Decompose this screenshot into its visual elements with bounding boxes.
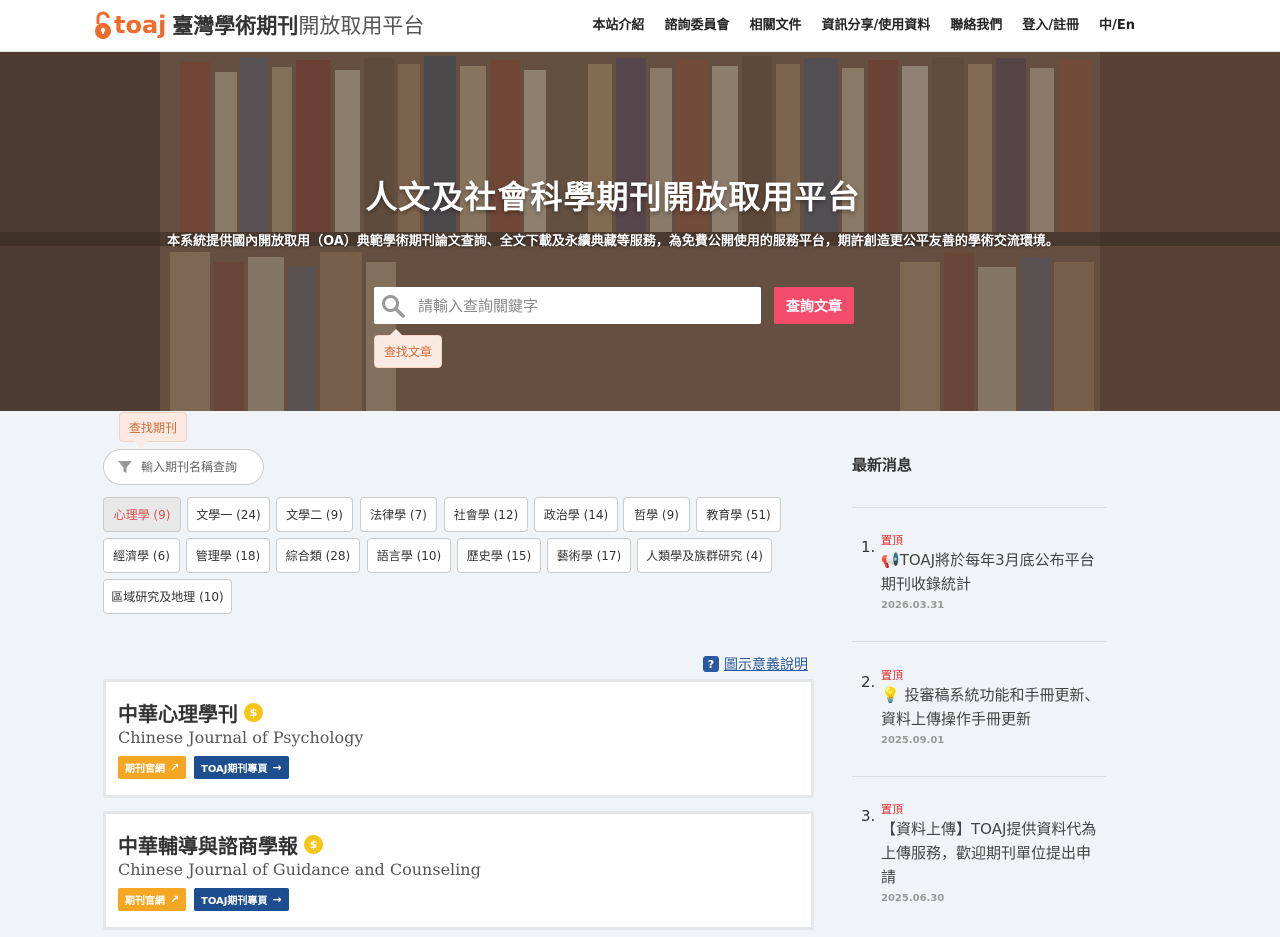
arrow-right-icon: →: [272, 893, 282, 906]
pinned-label: 置頂: [881, 803, 903, 816]
nav-documents[interactable]: 相關文件: [750, 14, 802, 33]
megaphone-icon: 📢: [881, 551, 900, 569]
journal-filter-box: [103, 449, 264, 485]
site-name-bold: 臺灣學術期刊: [172, 14, 299, 38]
category-philosophy[interactable]: 哲學 (9): [623, 497, 690, 532]
news-text: 💡 投審稿系統功能和手冊更新、資料上傳操作手冊更新: [881, 683, 1103, 731]
category-psychology[interactable]: 心理學 (9): [103, 497, 181, 532]
nav-language[interactable]: 中/En: [1099, 14, 1135, 33]
help-icon: ?: [703, 656, 719, 672]
news-number: 1.: [861, 538, 876, 556]
nav-login[interactable]: 登入/註冊: [1022, 14, 1079, 33]
official-site-label: 期刊官網: [125, 764, 165, 775]
hero-subtitle: 本系統提供國內開放取用（OA）典範學術期刊論文查詢、全文下載及永續典藏等服務，為…: [167, 234, 1059, 249]
arrow-right-icon: →: [272, 761, 282, 774]
site-name: 臺灣學術期刊開放取用平台: [172, 10, 424, 40]
news-number: 2.: [861, 673, 876, 691]
journal-card: 中華心理學刊 $ Chinese Journal of Psychology 期…: [103, 679, 814, 798]
news-heading: 最新消息: [852, 456, 913, 474]
category-management[interactable]: 管理學 (18): [186, 538, 270, 573]
logo-mark: toaj: [93, 10, 166, 40]
journal-title[interactable]: 中華輔導與諮商學報 $: [118, 830, 323, 859]
category-law[interactable]: 法律學 (7): [360, 497, 437, 532]
journal-filter-input[interactable]: [141, 460, 261, 474]
news-divider: [852, 641, 1106, 642]
category-history[interactable]: 歷史學 (15): [457, 538, 541, 573]
toaj-page-label: TOAJ期刊專頁: [201, 764, 268, 775]
site-name-light: 開放取用平台: [298, 14, 425, 38]
toaj-journal-page-button[interactable]: TOAJ期刊專頁 →: [194, 756, 289, 779]
nav-contact[interactable]: 聯絡我們: [950, 14, 1002, 33]
logo-text: toaj: [114, 11, 167, 39]
journal-title-text: 中華輔導與諮商學報: [118, 834, 298, 858]
external-link-icon: ↗: [170, 761, 180, 774]
nav-about[interactable]: 本站介紹: [593, 14, 645, 33]
hero-banner: 人文及社會科學期刊開放取用平台 本系統提供國內開放取用（OA）典範學術期刊論文查…: [0, 52, 1280, 411]
category-economics[interactable]: 經濟學 (6): [103, 538, 180, 573]
official-site-label: 期刊官網: [125, 896, 165, 907]
category-general[interactable]: 綜合類 (28): [276, 538, 360, 573]
toaj-journal-page-button[interactable]: TOAJ期刊專頁 →: [194, 888, 289, 911]
news-text: 📢TOAJ將於每年3月底公布平台期刊收錄統計: [881, 548, 1103, 596]
fee-coin-icon: $: [244, 703, 263, 722]
news-divider: [852, 507, 1106, 508]
toaj-page-label: TOAJ期刊專頁: [201, 896, 268, 907]
find-journals-tooltip: 查找期刊: [119, 412, 188, 448]
category-arts[interactable]: 藝術學 (17): [547, 538, 631, 573]
journal-english-title: Chinese Journal of Psychology: [118, 728, 364, 747]
category-sociology[interactable]: 社會學 (12): [444, 497, 528, 532]
site-header: toaj 臺灣學術期刊開放取用平台 本站介紹 諮詢委員會 相關文件 資訊分享/使…: [0, 0, 1280, 52]
category-anthropology[interactable]: 人類學及族群研究 (4): [637, 538, 772, 573]
news-title: 投審稿系統功能和手冊更新、資料上傳操作手冊更新: [881, 686, 1100, 728]
journal-official-site-button[interactable]: 期刊官網 ↗: [118, 888, 187, 911]
open-lock-icon: [95, 11, 111, 39]
main-nav: 本站介紹 諮詢委員會 相關文件 資訊分享/使用資料 聯絡我們 登入/註冊 中/E…: [573, 14, 1135, 33]
hero-title: 人文及社會科學期刊開放取用平台: [365, 178, 861, 216]
find-articles-tooltip: 查找文章: [374, 329, 443, 368]
news-divider: [852, 776, 1106, 777]
icon-legend-link[interactable]: ? 圖示意義說明: [703, 654, 808, 674]
nav-info-share[interactable]: 資訊分享/使用資料: [822, 14, 931, 33]
category-literature-2[interactable]: 文學二 (9): [276, 497, 353, 532]
journal-english-title: Chinese Journal of Guidance and Counseli…: [118, 860, 481, 879]
category-literature-1[interactable]: 文學一 (24): [187, 497, 270, 532]
external-link-icon: ↗: [170, 893, 180, 906]
search-articles-button[interactable]: 查詢文章: [774, 287, 854, 324]
journal-official-site-button[interactable]: 期刊官網 ↗: [118, 756, 187, 779]
search-icon: [382, 294, 405, 318]
category-education[interactable]: 教育學 (51): [696, 497, 781, 532]
icon-legend-label: 圖示意義說明: [724, 657, 808, 673]
pinned-label: 置頂: [881, 669, 903, 682]
funnel-icon: [118, 461, 132, 473]
lightbulb-icon: 💡: [881, 686, 900, 704]
category-area-studies[interactable]: 區域研究及地理 (10): [103, 579, 232, 614]
news-text: 【資料上傳】TOAJ提供資料代為上傳服務，歡迎期刊單位提出申請: [881, 820, 1097, 886]
nav-advisory-committee[interactable]: 諮詢委員會: [665, 14, 730, 33]
pinned-label: 置頂: [881, 534, 903, 547]
category-linguistics[interactable]: 語言學 (10): [367, 538, 451, 573]
article-search-input[interactable]: [418, 296, 738, 315]
journal-title-text: 中華心理學刊: [118, 702, 238, 726]
fee-coin-icon: $: [304, 835, 323, 854]
journal-title[interactable]: 中華心理學刊 $: [118, 698, 263, 727]
news-number: 3.: [861, 807, 876, 825]
journal-card: 中華輔導與諮商學報 $ Chinese Journal of Guidance …: [103, 811, 814, 930]
article-search-box: [374, 287, 761, 324]
category-political-science[interactable]: 政治學 (14): [534, 497, 618, 532]
site-logo[interactable]: toaj 臺灣學術期刊開放取用平台: [93, 4, 424, 46]
news-date: 2025.06.30: [881, 893, 945, 904]
news-date: 2026.03.31: [881, 600, 945, 611]
news-title: TOAJ將於每年3月底公布平台期刊收錄統計: [881, 551, 1095, 593]
news-date: 2025.09.01: [881, 735, 945, 746]
